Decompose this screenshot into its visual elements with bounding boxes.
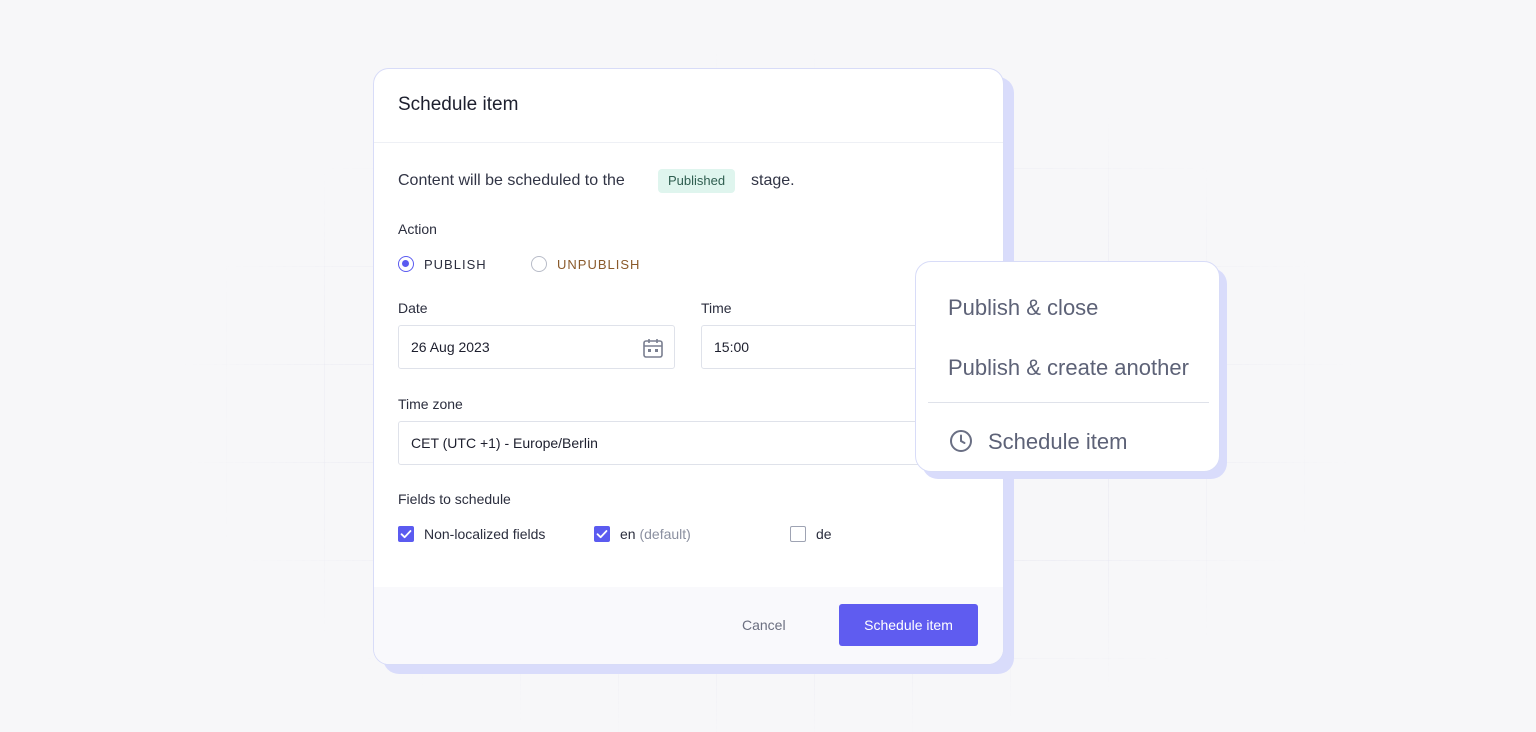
- check-icon: [400, 530, 412, 539]
- date-label: Date: [398, 300, 428, 316]
- radio-unpublish[interactable]: UNPUBLISH: [531, 256, 651, 274]
- time-value: 15:00: [714, 339, 750, 355]
- checkbox-non-localized-label: Non-localized fields: [424, 526, 546, 542]
- date-value: 26 Aug 2023: [411, 339, 490, 355]
- menu-item-schedule[interactable]: Schedule item: [988, 429, 1127, 455]
- menu-item-publish-close[interactable]: Publish & close: [948, 295, 1098, 321]
- radio-publish-label: PUBLISH: [424, 257, 487, 272]
- timezone-value: CET (UTC +1) - Europe/Berlin: [411, 435, 598, 451]
- checkbox-en-default: (default): [639, 526, 691, 542]
- checkbox-de-box[interactable]: [790, 526, 806, 542]
- fields-label: Fields to schedule: [398, 491, 511, 507]
- menu-item-publish-create-another[interactable]: Publish & create another: [948, 355, 1189, 381]
- timezone-label: Time zone: [398, 396, 463, 412]
- checkbox-en[interactable]: en (default): [594, 526, 724, 544]
- timezone-select[interactable]: CET (UTC +1) - Europe/Berlin: [398, 421, 978, 465]
- radio-unpublish-label: UNPUBLISH: [557, 257, 641, 272]
- stage-badge: Published: [658, 169, 736, 193]
- schedule-dialog: Schedule item Content will be scheduled …: [373, 68, 1004, 665]
- checkbox-de[interactable]: de: [790, 526, 850, 544]
- checkbox-de-label: de: [816, 526, 832, 542]
- intro-text: Content will be scheduled to the: [398, 172, 625, 189]
- checkbox-en-label: en: [620, 526, 636, 542]
- intro-suffix: stage.: [751, 172, 795, 189]
- checkbox-non-localized-box[interactable]: [398, 526, 414, 542]
- publish-menu: Publish & close Publish & create another…: [915, 261, 1220, 472]
- checkbox-non-localized[interactable]: Non-localized fields: [398, 526, 568, 544]
- calendar-icon[interactable]: [641, 336, 665, 360]
- schedule-item-button[interactable]: Schedule item: [839, 604, 978, 646]
- dialog-title: Schedule item: [398, 94, 519, 115]
- checkbox-en-label-wrap: en (default): [620, 526, 691, 542]
- dialog-footer: Cancel Schedule item: [374, 587, 1003, 664]
- clock-icon: [950, 430, 972, 452]
- radio-unpublish-indicator[interactable]: [531, 256, 547, 272]
- date-input[interactable]: 26 Aug 2023: [398, 325, 675, 369]
- radio-publish-indicator[interactable]: [398, 256, 414, 272]
- action-label: Action: [398, 221, 437, 237]
- time-label: Time: [701, 300, 732, 316]
- menu-divider: [928, 402, 1209, 403]
- cancel-button[interactable]: Cancel: [742, 617, 786, 633]
- dialog-header: Schedule item: [374, 69, 1003, 143]
- check-icon: [596, 530, 608, 539]
- checkbox-en-box[interactable]: [594, 526, 610, 542]
- radio-publish[interactable]: PUBLISH: [398, 256, 498, 274]
